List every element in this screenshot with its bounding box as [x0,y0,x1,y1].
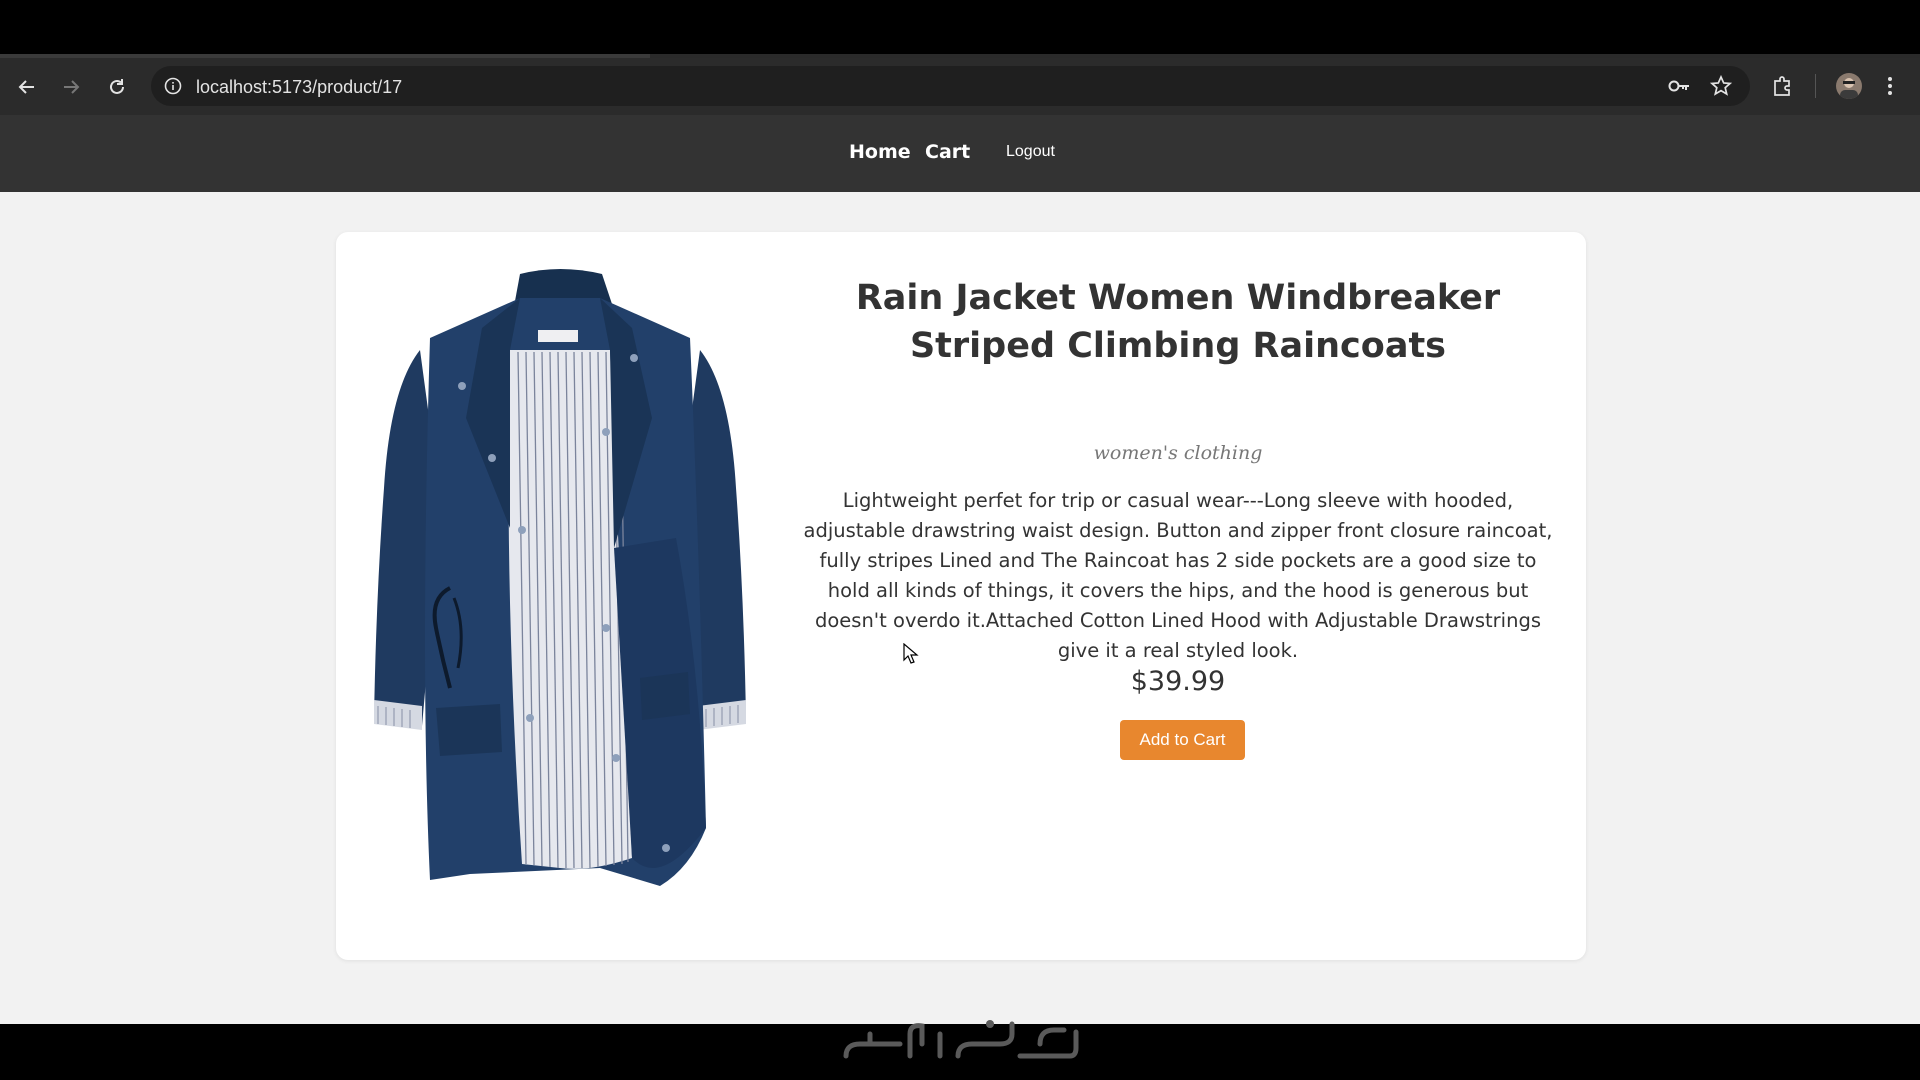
url-text[interactable]: localhost:5173/product/17 [196,77,402,98]
address-bar[interactable]: localhost:5173/product/17 [151,66,1750,106]
reload-icon[interactable] [102,72,132,102]
toolbar-separator [1815,74,1816,98]
forward-arrow-icon[interactable] [56,72,86,102]
back-arrow-icon[interactable] [12,72,42,102]
add-to-cart-button[interactable]: Add to Cart [1120,720,1245,760]
site-info-icon[interactable] [163,76,183,101]
product-image [370,268,750,898]
top-black-bar [0,0,1920,56]
product-description: Lightweight perfet for trip or casual we… [803,489,1553,662]
product-category: women's clothing [1093,442,1263,464]
nav-logout-link[interactable]: Logout [1006,143,1055,161]
extensions-puzzle-icon[interactable] [1772,75,1794,102]
mouse-cursor-icon [903,642,919,670]
site-navbar: Home Cart Logout [0,115,1920,192]
khamsat-watermark [840,1004,1080,1066]
product-price: $39.99 [1130,666,1226,697]
product-card: Rain Jacket Women Windbreaker Striped Cl… [336,232,1586,960]
profile-avatar-icon[interactable] [1836,73,1862,99]
bookmark-star-icon[interactable] [1709,74,1733,102]
nav-home-link[interactable]: Home [849,141,911,163]
browser-toolbar: localhost:5173/product/17 [0,58,1920,115]
kebab-menu-icon[interactable] [1886,75,1894,102]
product-title: Rain Jacket Women Windbreaker Striped Cl… [855,278,1501,366]
password-key-icon[interactable] [1667,76,1691,101]
page-content: Rain Jacket Women Windbreaker Striped Cl… [0,192,1920,1024]
nav-cart-link[interactable]: Cart [925,141,970,163]
